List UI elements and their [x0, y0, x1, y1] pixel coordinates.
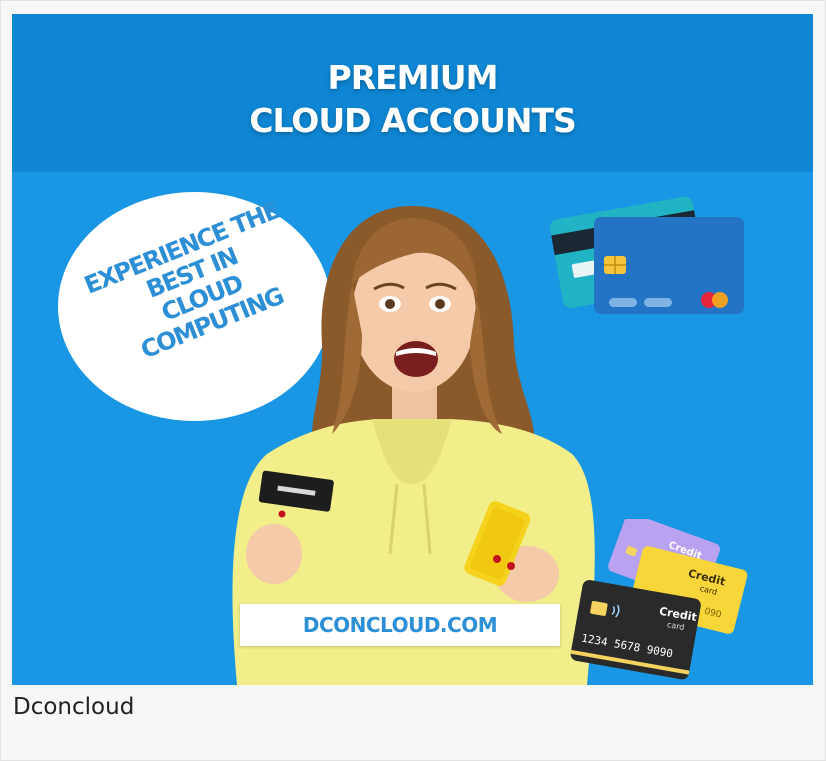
credit-card-stack: Credit Credit card 090 Credit card 1234 …: [570, 519, 748, 680]
website-url[interactable]: DCONCLOUD.COM: [240, 612, 560, 638]
chip-icon: [590, 601, 608, 616]
promo-banner[interactable]: PREMIUM CLOUD ACCOUNTS EXPERIENCE THE BE…: [12, 14, 813, 685]
post-card: PREMIUM CLOUD ACCOUNTS EXPERIENCE THE BE…: [0, 0, 826, 761]
caption-title[interactable]: Dconcloud: [13, 694, 134, 720]
